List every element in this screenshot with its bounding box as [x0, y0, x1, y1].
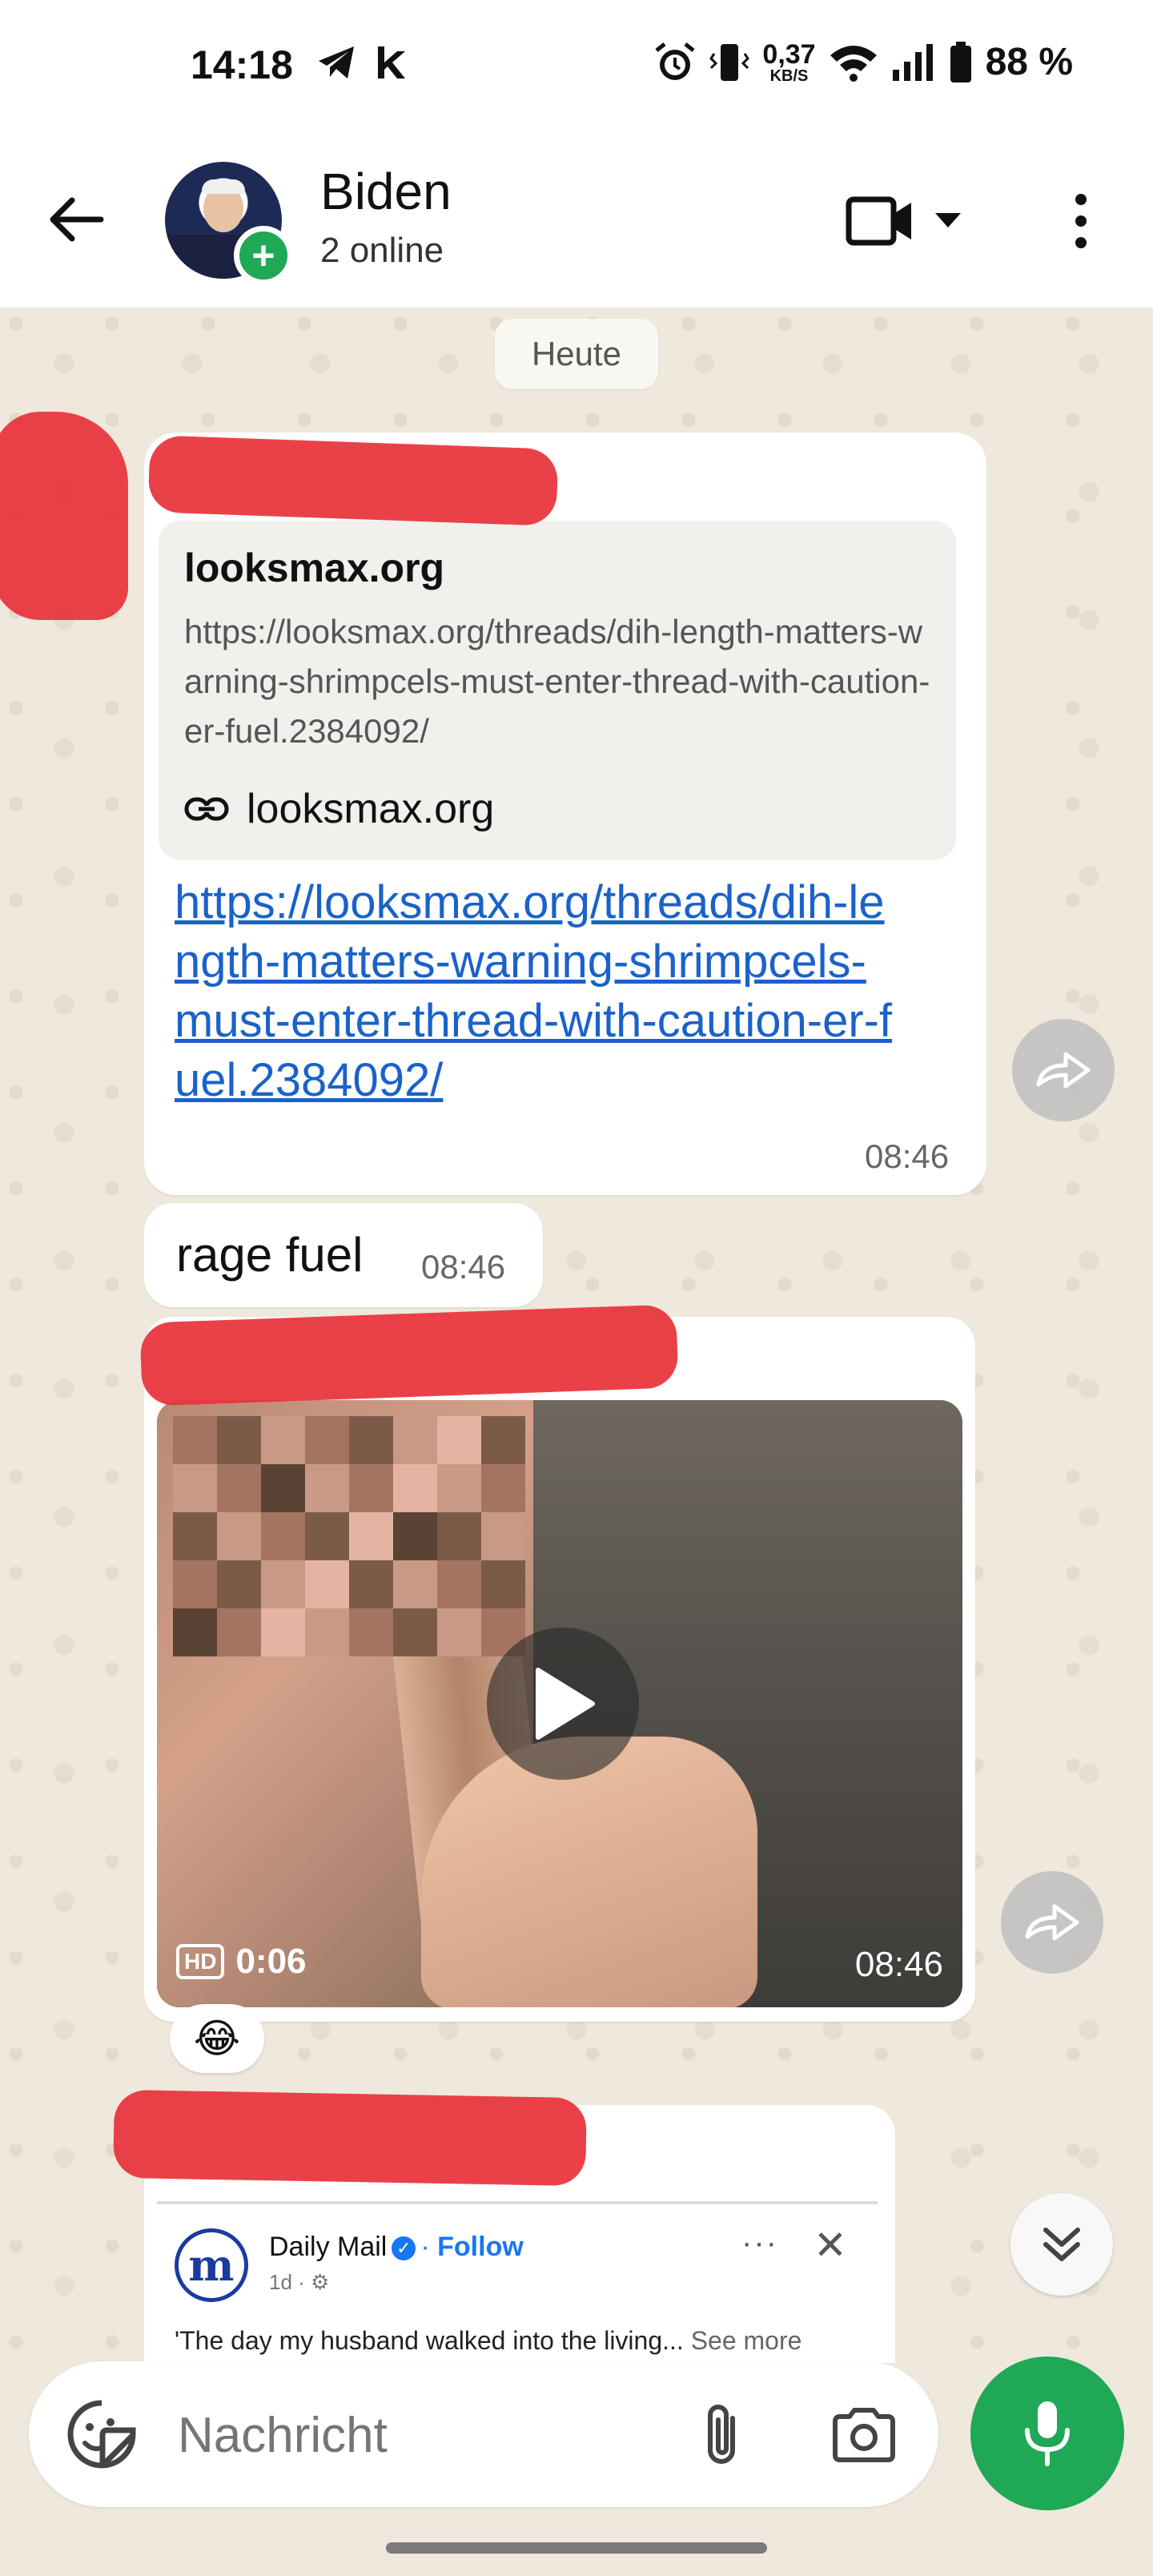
scroll-down-button[interactable]	[1010, 2193, 1113, 2296]
forward-button[interactable]	[1001, 1871, 1103, 1974]
date-chip: Heute	[495, 319, 658, 389]
voice-message-button[interactable]	[970, 2357, 1124, 2510]
caret-down-icon	[935, 213, 961, 227]
back-button[interactable]	[43, 186, 110, 253]
chat-area[interactable]: Heute looksmax.org https://looksmax.org/…	[0, 308, 1153, 2382]
message-input[interactable]	[178, 2403, 658, 2467]
vibrate-icon	[709, 43, 750, 81]
post-age: 1d · ⚙	[269, 2270, 329, 2295]
home-indicator[interactable]	[386, 2542, 767, 2554]
video-thumbnail[interactable]: HD 0:06 08:46	[157, 1400, 962, 2007]
link-preview-description: https://looksmax.org/threads/dih-length-…	[184, 613, 930, 750]
post-source: Daily Mail ✓ · Follow	[269, 2232, 524, 2262]
battery-percent: 88 %	[985, 41, 1073, 83]
message-time: 08:46	[421, 1248, 506, 1286]
post-source-name: Daily Mail	[269, 2232, 388, 2262]
sticker-button[interactable]	[66, 2398, 138, 2470]
settings-icon: ⚙	[311, 2270, 330, 2294]
verified-icon: ✓	[392, 2236, 416, 2261]
video-camera-icon	[846, 196, 911, 246]
chat-subtitle: 2 online	[320, 231, 444, 270]
telegram-icon	[319, 46, 354, 78]
play-button[interactable]	[487, 1628, 639, 1780]
post-text: 'The day my husband walked into the livi…	[175, 2326, 801, 2356]
emoji-reaction[interactable]: 😂	[170, 2004, 264, 2073]
post-age-text: 1d ·	[269, 2270, 305, 2294]
message-time: 08:46	[865, 1137, 950, 1175]
link-icon	[184, 797, 229, 821]
message-link[interactable]: https://looksmax.org/threads/dih-length-…	[175, 873, 895, 1110]
daily-mail-logo: m	[175, 2228, 248, 2302]
status-left-icons	[317, 45, 407, 80]
embedded-post-card[interactable]: m Daily Mail ✓ · Follow 1d · ⚙ ··· ✕ 'The …	[157, 2201, 878, 2382]
link-preview-domain: looksmax.org	[184, 785, 494, 833]
battery-icon	[950, 41, 971, 83]
forward-icon	[1025, 1904, 1079, 1941]
camera-icon	[833, 2408, 895, 2462]
forward-icon	[1036, 1052, 1091, 1089]
message-text: rage fuel	[176, 1228, 364, 1282]
camera-button[interactable]	[820, 2395, 908, 2475]
net-speed: 0,37 KB/S	[762, 41, 815, 84]
redaction-mark	[147, 435, 559, 526]
link-preview-domain-text: looksmax.org	[247, 786, 495, 832]
k-icon	[378, 46, 405, 78]
link-preview-card[interactable]: looksmax.org https://looksmax.org/thread…	[159, 521, 956, 860]
chat-title[interactable]: Biden	[320, 162, 452, 221]
net-speed-unit: KB/S	[769, 66, 809, 85]
see-more-link: See more	[690, 2326, 802, 2355]
attach-button[interactable]	[682, 2395, 762, 2475]
more-options-icon: ···	[741, 2225, 778, 2260]
redaction-mark	[113, 2089, 587, 2187]
paperclip-icon	[708, 2405, 735, 2464]
status-right-icons: 0,37 KB/S 88 %	[653, 40, 1073, 84]
message-time: 08:46	[854, 1945, 943, 1984]
message-video-bubble[interactable]: HD 0:06 08:46	[144, 1317, 975, 2022]
chat-header: + Biden 2 online	[0, 133, 1153, 308]
forward-button[interactable]	[1012, 1019, 1115, 1121]
close-icon: ✕	[814, 2223, 847, 2268]
microphone-icon	[1025, 2401, 1070, 2466]
hd-badge: HD	[176, 1944, 225, 1979]
message-link-bubble[interactable]: looksmax.org https://looksmax.org/thread…	[144, 433, 986, 1195]
more-options-icon[interactable]	[1055, 186, 1107, 256]
pixelated-area	[173, 1416, 525, 1656]
alarm-icon	[655, 42, 695, 80]
status-bar: 14:18 0,37 KB/S 88 %	[0, 0, 1153, 133]
video-call-button[interactable]	[846, 189, 966, 253]
message-composer[interactable]	[29, 2361, 938, 2507]
wifi-icon	[830, 45, 877, 82]
post-text-body: 'The day my husband walked into the livi…	[175, 2326, 684, 2355]
add-member-icon[interactable]: +	[234, 226, 293, 285]
video-duration-text: 0:06	[235, 1942, 307, 1981]
redaction-mark	[0, 412, 128, 620]
message-text-bubble[interactable]: rage fuel 08:46	[144, 1203, 543, 1307]
net-speed-value: 0,37	[762, 38, 816, 70]
video-duration: HD 0:06	[176, 1942, 307, 1982]
arrow-left-icon	[50, 197, 104, 242]
sticker-icon	[67, 2400, 136, 2469]
double-chevron-down-icon	[1043, 2228, 1080, 2261]
follow-link: Follow	[437, 2232, 524, 2262]
signal-icon	[892, 43, 933, 81]
play-icon	[536, 1668, 595, 1740]
status-time: 14:18	[191, 42, 293, 87]
link-preview-title: looksmax.org	[184, 545, 445, 590]
